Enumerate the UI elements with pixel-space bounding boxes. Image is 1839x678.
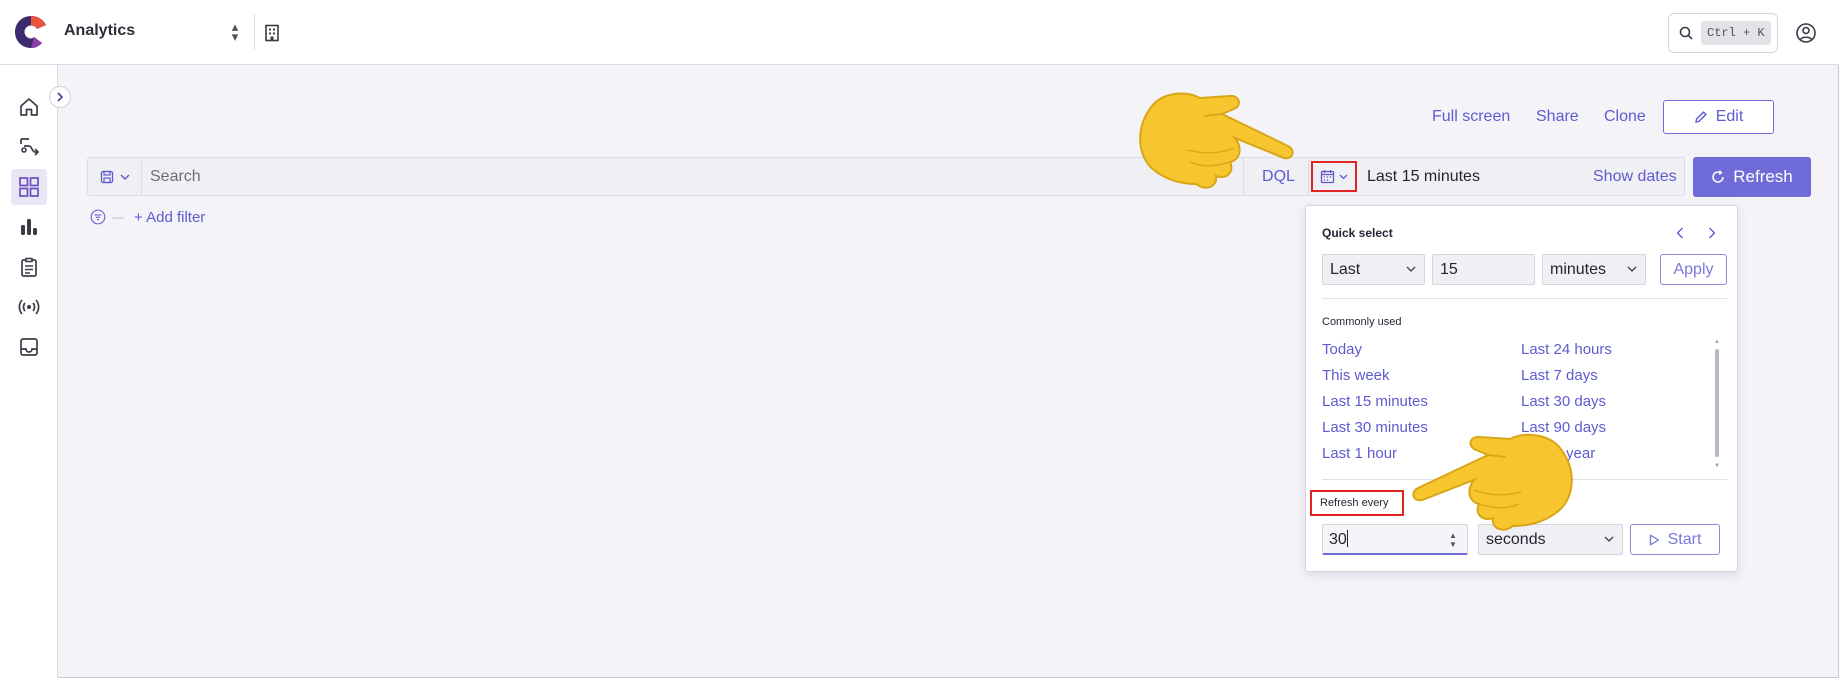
edit-button[interactable]: Edit [1663,100,1774,134]
quick-menu-button[interactable] [1311,161,1357,192]
commonly-used-item[interactable]: Last 1 hour [1322,445,1397,462]
pointing-hand-icon [1139,92,1294,189]
nav-item-dashboards[interactable] [11,169,47,205]
text-cursor [1346,530,1348,547]
chevron-down-icon [1604,536,1614,542]
scroll-down-icon[interactable]: ▼ [1714,463,1720,469]
commonly-used-item[interactable]: Last 24 hours [1521,341,1612,358]
header-divider [254,14,255,50]
chevron-left-icon [1676,227,1683,239]
nav-item-reports[interactable] [11,209,47,245]
chevron-down-icon [1627,266,1637,272]
filter-icon[interactable] [90,209,106,225]
clone-link[interactable]: Clone [1604,108,1646,126]
chevron-down-icon [1339,174,1348,179]
nav-item-flows[interactable] [11,129,47,165]
organization-icon[interactable] [264,24,280,42]
broadcast-icon [18,299,40,315]
expand-sidebar-button[interactable] [49,86,71,108]
flow-icon [20,138,40,156]
add-filter-link[interactable]: + Add filter [134,209,205,226]
chevron-down-icon [120,174,129,180]
refresh-every-title: Refresh every [1310,490,1404,516]
app-logo-icon[interactable] [14,15,48,49]
scroll-up-icon[interactable]: ▲ [1714,339,1720,345]
save-icon [100,170,113,183]
nav-item-tasks[interactable] [11,249,47,285]
start-button-label: Start [1667,530,1702,548]
full-screen-link[interactable]: Full screen [1432,108,1510,126]
top-header: Analytics ▴ ▾ Ctrl + K [0,0,1839,65]
quick-select-direction-value: Last [1330,261,1361,278]
dashboard-icon [19,177,39,197]
saved-query-menu-button[interactable] [88,158,142,195]
nav-item-broadcast[interactable] [11,289,47,325]
search-shortcut-badge: Ctrl + K [1701,21,1771,45]
query-bar: DQL [87,157,1312,196]
quick-select-title: Quick select [1322,226,1393,240]
refresh-button-label: Refresh [1733,167,1793,186]
chevron-right-icon [1709,227,1716,239]
quick-select-amount[interactable]: 15 [1432,254,1535,285]
quick-select-amount-value: 15 [1440,261,1458,278]
commonly-used-item[interactable]: Last 7 days [1521,367,1598,384]
share-link[interactable]: Share [1536,108,1579,126]
nav-item-inbox[interactable] [11,329,47,365]
refresh-button[interactable]: Refresh [1693,157,1811,197]
search-icon [1679,26,1693,40]
home-icon [20,98,38,116]
apply-button[interactable]: Apply [1660,254,1727,285]
calendar-icon [1320,170,1335,184]
pointing-hand-icon [1412,433,1573,531]
time-range-label[interactable]: Last 15 minutes [1367,168,1480,186]
app-switcher-icon[interactable]: ▴ ▾ [228,20,242,43]
filter-row: — + Add filter [90,208,205,226]
commonly-used-item[interactable]: Last 30 days [1521,393,1606,410]
clipboard-icon [21,257,37,277]
global-search-button[interactable]: Ctrl + K [1668,13,1778,53]
date-picker: Last 15 minutes Show dates [1308,157,1685,196]
edit-button-label: Edit [1715,108,1744,125]
chevron-down-icon [1406,266,1416,272]
previous-range-button[interactable] [1671,224,1689,242]
app-title: Analytics [64,22,136,39]
start-refresh-button[interactable]: Start [1630,524,1720,555]
refresh-icon [1712,170,1724,183]
query-search-input[interactable] [150,167,1150,187]
nav-item-home[interactable] [11,89,47,125]
divider [1322,298,1727,299]
commonly-used-item[interactable]: This week [1322,367,1390,384]
pencil-icon [1694,111,1707,123]
scrollbar-thumb[interactable] [1715,349,1719,457]
show-dates-link[interactable]: Show dates [1593,168,1677,186]
inbox-icon [20,338,38,356]
user-account-icon[interactable] [1795,22,1817,44]
quick-select-unit-value: minutes [1550,261,1607,278]
commonly-used-item[interactable]: Today [1322,341,1362,358]
quick-select-direction[interactable]: Last [1322,254,1425,285]
quick-select-unit[interactable]: minutes [1542,254,1646,285]
next-range-button[interactable] [1703,224,1721,242]
commonly-used-item[interactable]: Last 15 minutes [1322,393,1428,410]
commonly-used-title: Commonly used [1322,316,1402,328]
chevron-right-icon [57,92,64,102]
side-navigation [0,65,58,678]
refresh-interval-value: 30 [1329,531,1347,548]
bar-chart-icon [21,219,37,235]
play-icon [1649,534,1659,545]
commonly-used-scrollbar[interactable]: ▲ ▼ [1714,339,1720,471]
filter-separator: — [112,210,124,224]
